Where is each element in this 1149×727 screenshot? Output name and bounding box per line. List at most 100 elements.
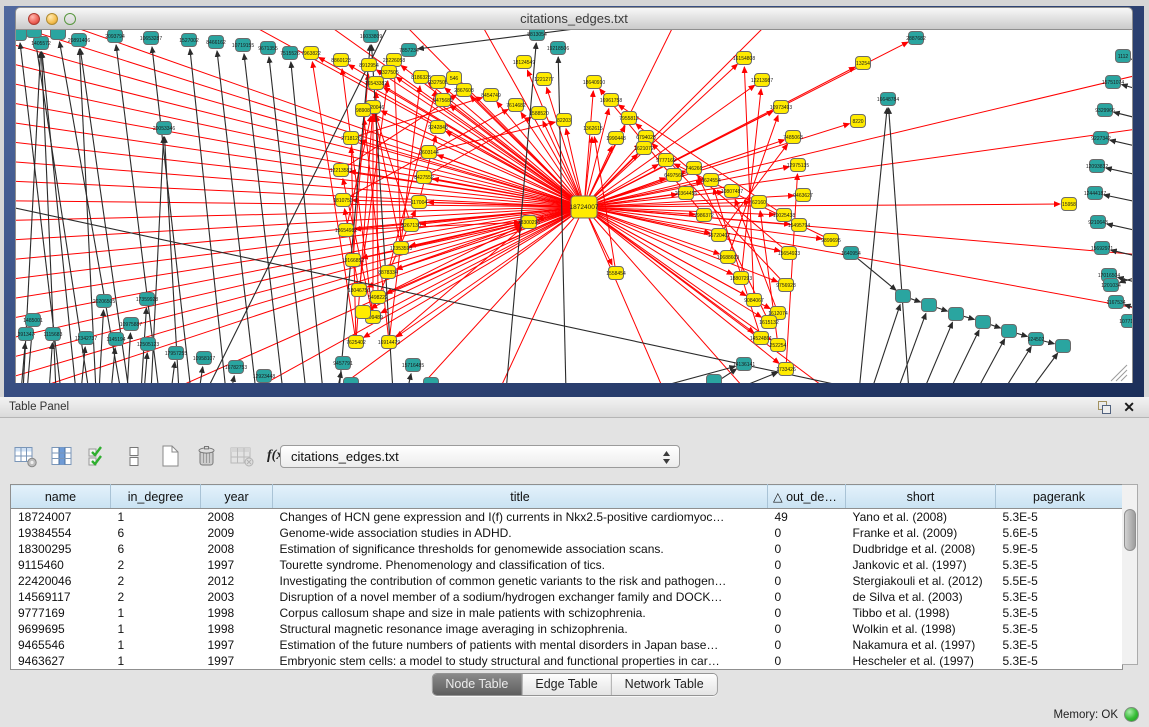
table-cell[interactable]: 1997 xyxy=(201,653,273,670)
table-cell[interactable]: 2012 xyxy=(201,573,273,589)
graph-node[interactable] xyxy=(16,30,27,41)
table-row[interactable]: 977716911998Corpus callosum shape and si… xyxy=(11,605,1123,621)
graph-svg[interactable]: 1872400714055722089140620937941065328715… xyxy=(16,30,1133,383)
table-cell[interactable]: 2 xyxy=(111,589,201,605)
graph-node[interactable] xyxy=(922,299,937,312)
resize-grip-icon[interactable] xyxy=(1111,365,1127,381)
delete-icon[interactable] xyxy=(192,443,219,470)
table-cell[interactable]: 2009 xyxy=(201,525,273,541)
graph-node[interactable] xyxy=(27,30,42,38)
graph-node[interactable] xyxy=(896,290,911,303)
table-cell[interactable]: 5.6E-5 xyxy=(996,525,1123,541)
column-header-in_degree[interactable]: in_degree xyxy=(111,485,201,509)
table-cell[interactable]: Wolkin et al. (1998) xyxy=(846,621,996,637)
graph-node[interactable] xyxy=(344,378,359,384)
table-cell[interactable]: 0 xyxy=(768,573,846,589)
column-header-year[interactable]: year xyxy=(201,485,273,509)
table-cell[interactable]: 0 xyxy=(768,637,846,653)
table-cell[interactable]: 5.5E-5 xyxy=(996,573,1123,589)
table-cell[interactable]: 5.3E-5 xyxy=(996,653,1123,670)
table-cell[interactable]: 0 xyxy=(768,541,846,557)
table-settings-icon[interactable] xyxy=(12,443,39,470)
table-row[interactable]: 946362711997Embryonic stem cells: a mode… xyxy=(11,653,1123,670)
graph-node[interactable] xyxy=(1002,325,1017,338)
table-cell[interactable]: 1997 xyxy=(201,637,273,653)
table-scrollbar[interactable] xyxy=(1122,484,1138,665)
column-header-pagerank[interactable]: pagerank xyxy=(996,485,1123,509)
column-header-title[interactable]: title xyxy=(273,485,768,509)
graph-node[interactable] xyxy=(356,306,371,319)
table-row[interactable]: 1872400712008Changes of HCN gene express… xyxy=(11,509,1123,526)
table-cell[interactable]: Tibbo et al. (1998) xyxy=(846,605,996,621)
table-cell[interactable]: de Silva et al. (2003) xyxy=(846,589,996,605)
graph-node[interactable] xyxy=(1056,340,1071,353)
table-cell[interactable]: 5.3E-5 xyxy=(996,605,1123,621)
column-visibility-icon[interactable] xyxy=(48,443,75,470)
table-cell[interactable]: 1 xyxy=(111,653,201,670)
table-cell[interactable]: 5.3E-5 xyxy=(996,621,1123,637)
table-cell[interactable]: 5.3E-5 xyxy=(996,637,1123,653)
table-cell[interactable]: Changes of HCN gene expression and I(f) … xyxy=(273,509,768,526)
zoom-traffic-light-icon[interactable] xyxy=(64,13,76,25)
row-select-icon[interactable] xyxy=(84,443,111,470)
new-file-icon[interactable] xyxy=(156,443,183,470)
table-cell[interactable]: 5.3E-5 xyxy=(996,557,1123,573)
table-cell[interactable]: 18300295 xyxy=(11,541,111,557)
table-cell[interactable]: 1 xyxy=(111,621,201,637)
table-cell[interactable]: 1 xyxy=(111,605,201,621)
table-cell[interactable]: 9465546 xyxy=(11,637,111,653)
table-cell[interactable]: 2003 xyxy=(201,589,273,605)
import-table-icon[interactable] xyxy=(228,443,255,470)
table-cell[interactable]: 0 xyxy=(768,653,846,670)
table-cell[interactable]: Franke et al. (2009) xyxy=(846,525,996,541)
table-cell[interactable]: 49 xyxy=(768,509,846,526)
table-row[interactable]: 946554611997Estimation of the future num… xyxy=(11,637,1123,653)
table-cell[interactable]: 5.3E-5 xyxy=(996,509,1123,526)
column-header-out_de[interactable]: △ out_de… xyxy=(768,485,846,509)
table-cell[interactable]: 6 xyxy=(111,541,201,557)
column-header-name[interactable]: name xyxy=(11,485,111,509)
graph-node[interactable] xyxy=(707,375,722,384)
graph-node[interactable] xyxy=(976,316,991,329)
graph-node[interactable] xyxy=(51,30,66,40)
table-cell[interactable]: 19384554 xyxy=(11,525,111,541)
table-cell[interactable]: 2008 xyxy=(201,541,273,557)
table-cell[interactable]: 0 xyxy=(768,557,846,573)
table-cell[interactable]: 6 xyxy=(111,525,201,541)
tab-node-table[interactable]: Node Table xyxy=(432,674,521,695)
graph-node[interactable] xyxy=(949,308,964,321)
close-panel-icon[interactable]: ✕ xyxy=(1123,397,1135,418)
table-cell[interactable]: 9463627 xyxy=(11,653,111,670)
table-cell[interactable]: 18724007 xyxy=(11,509,111,526)
table-cell[interactable]: 1 xyxy=(111,509,201,526)
graph-node[interactable] xyxy=(424,378,439,384)
close-traffic-light-icon[interactable] xyxy=(28,13,40,25)
table-cell[interactable]: Stergiakouli et al. (2012) xyxy=(846,573,996,589)
table-cell[interactable]: 1997 xyxy=(201,557,273,573)
table-cell[interactable]: 2 xyxy=(111,573,201,589)
table-cell[interactable]: Disruption of a novel member of a sodium… xyxy=(273,589,768,605)
table-cell[interactable]: 9777169 xyxy=(11,605,111,621)
table-cell[interactable]: Estimation of the future numbers of pati… xyxy=(273,637,768,653)
table-cell[interactable]: 0 xyxy=(768,525,846,541)
table-cell[interactable]: 9699695 xyxy=(11,621,111,637)
table-row[interactable]: 1830029562008Estimation of significance … xyxy=(11,541,1123,557)
table-row[interactable]: 2242004622012Investigating the contribut… xyxy=(11,573,1123,589)
table-row[interactable]: 969969511998Structural magnetic resonanc… xyxy=(11,621,1123,637)
scrollbar-thumb[interactable] xyxy=(1124,509,1136,551)
table-cell[interactable]: 2 xyxy=(111,557,201,573)
table-cell[interactable]: Investigating the contribution of common… xyxy=(273,573,768,589)
column-header-short[interactable]: short xyxy=(846,485,996,509)
table-cell[interactable]: Hescheler et al. (1997) xyxy=(846,653,996,670)
table-cell[interactable]: 1998 xyxy=(201,621,273,637)
table-cell[interactable]: 0 xyxy=(768,589,846,605)
table-cell[interactable]: Yano et al. (2008) xyxy=(846,509,996,526)
table-cell[interactable]: Jankovic et al. (1997) xyxy=(846,557,996,573)
table-row[interactable]: 1456911722003Disruption of a novel membe… xyxy=(11,589,1123,605)
table-cell[interactable]: 0 xyxy=(768,621,846,637)
float-panel-icon[interactable] xyxy=(1098,401,1111,414)
table-cell[interactable]: 0 xyxy=(768,605,846,621)
table-cell[interactable]: 5.9E-5 xyxy=(996,541,1123,557)
table-cell[interactable]: 22420046 xyxy=(11,573,111,589)
split-view-icon[interactable] xyxy=(120,443,147,470)
